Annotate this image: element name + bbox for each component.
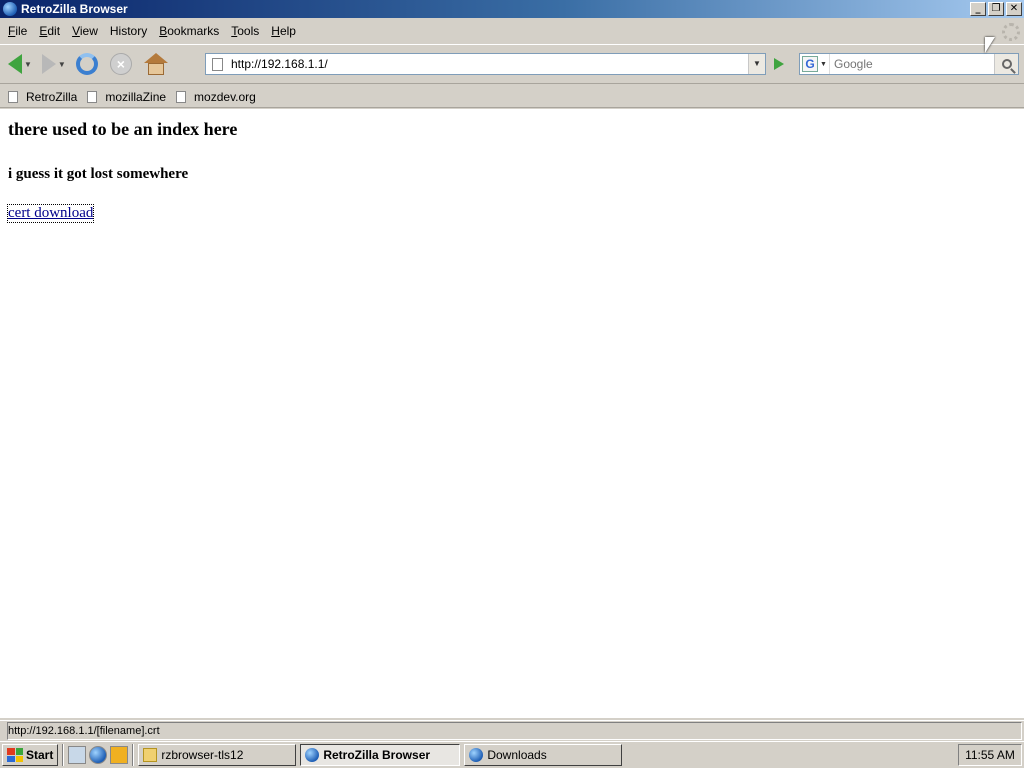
- search-go-button[interactable]: [994, 54, 1018, 74]
- restore-button[interactable]: ❐: [988, 2, 1004, 16]
- task-rzbrowser-folder[interactable]: rzbrowser-tls12: [138, 744, 297, 766]
- activity-throbber-icon: [1002, 23, 1020, 41]
- taskbar-separator: [132, 744, 135, 766]
- quick-launch: [68, 746, 129, 764]
- menu-bookmarks[interactable]: Bookmarks: [153, 24, 225, 38]
- start-button[interactable]: Start: [2, 744, 59, 766]
- go-button[interactable]: [769, 54, 789, 74]
- search-bar[interactable]: G ▼: [799, 53, 1019, 75]
- browser-globe-icon: [305, 748, 320, 762]
- home-icon: [143, 53, 168, 75]
- task-label: rzbrowser-tls12: [161, 748, 244, 762]
- bookmark-retrozilla[interactable]: RetroZilla: [8, 90, 77, 104]
- task-downloads[interactable]: Downloads: [464, 744, 623, 766]
- menu-history[interactable]: History: [104, 24, 153, 38]
- back-history-dropdown-icon[interactable]: ▼: [24, 60, 32, 69]
- url-history-dropdown-icon[interactable]: ▼: [748, 54, 765, 74]
- url-input[interactable]: [231, 55, 748, 73]
- page-icon: [212, 57, 223, 71]
- menu-edit[interactable]: Edit: [33, 24, 66, 38]
- page-content: there used to be an index here i guess i…: [0, 109, 1024, 718]
- system-tray-clock[interactable]: 11:55 AM: [958, 744, 1022, 766]
- page-subheading: i guess it got lost somewhere: [8, 166, 189, 182]
- close-button[interactable]: ✕: [1006, 2, 1022, 16]
- menu-tools[interactable]: Tools: [225, 24, 265, 38]
- downloads-globe-icon: [469, 748, 484, 762]
- app-globe-icon: [3, 2, 17, 16]
- menu-help[interactable]: Help: [265, 24, 302, 38]
- show-desktop-icon[interactable]: [68, 746, 87, 764]
- home-button[interactable]: [143, 48, 168, 80]
- engine-dropdown-icon: ▼: [820, 60, 827, 68]
- page-heading: there used to be an index here: [8, 119, 238, 139]
- reload-icon: [75, 53, 98, 75]
- navigation-toolbar: ▼ ▼ × ▼ G ▼: [0, 44, 1024, 84]
- media-player-icon[interactable]: [110, 746, 129, 764]
- stop-button[interactable]: ×: [109, 48, 132, 80]
- bookmark-page-icon: [8, 90, 18, 103]
- back-arrow-icon: [8, 54, 22, 74]
- google-engine-icon: G: [802, 56, 819, 72]
- menu-file[interactable]: File: [2, 24, 33, 38]
- bookmarks-toolbar: RetroZilla mozillaZine mozdev.org: [0, 86, 1024, 108]
- start-label: Start: [26, 748, 54, 762]
- go-arrow-icon: [774, 58, 784, 70]
- forward-button[interactable]: [41, 48, 56, 80]
- menu-bar: File Edit View History Bookmarks Tools H…: [0, 20, 1024, 42]
- cert-download-link[interactable]: cert download: [6, 204, 95, 223]
- task-label: RetroZilla Browser: [323, 748, 431, 762]
- search-input[interactable]: [830, 55, 994, 73]
- taskbar: Start rzbrowser-tls12 RetroZilla Browser…: [0, 741, 1024, 768]
- minimize-button[interactable]: _: [970, 2, 986, 16]
- mouse-cursor-icon: [985, 37, 995, 53]
- window-titlebar[interactable]: RetroZilla Browser _ ❐ ✕: [0, 0, 1024, 18]
- status-bar: http://192.168.1.1/[filename].crt: [0, 720, 1024, 740]
- forward-arrow-icon: [41, 54, 56, 74]
- windows-logo-icon: [7, 748, 23, 762]
- window-title: RetroZilla Browser: [21, 2, 128, 16]
- bookmark-mozdev[interactable]: mozdev.org: [176, 90, 256, 104]
- search-icon: [1001, 59, 1012, 69]
- forward-history-dropdown-icon[interactable]: ▼: [58, 60, 66, 69]
- bookmark-page-icon: [87, 90, 98, 103]
- back-button[interactable]: [8, 48, 22, 80]
- task-label: Downloads: [487, 748, 547, 762]
- menu-view[interactable]: View: [66, 24, 104, 38]
- folder-icon: [143, 748, 158, 762]
- search-engine-selector[interactable]: G ▼: [800, 54, 830, 74]
- bookmark-page-icon: [176, 90, 187, 103]
- bookmark-label: RetroZilla: [26, 89, 78, 104]
- bookmark-label: mozdev.org: [194, 89, 256, 104]
- status-text: http://192.168.1.1/[filename].crt: [7, 721, 1022, 740]
- internet-explorer-icon[interactable]: [89, 746, 108, 764]
- bookmark-label: mozillaZine: [105, 89, 167, 104]
- task-retrozilla-browser[interactable]: RetroZilla Browser: [300, 744, 461, 766]
- stop-icon: ×: [109, 53, 132, 75]
- bookmark-mozillazine[interactable]: mozillaZine: [87, 90, 166, 104]
- address-bar[interactable]: ▼: [205, 53, 766, 75]
- taskbar-separator: [62, 744, 65, 766]
- reload-button[interactable]: [75, 48, 98, 80]
